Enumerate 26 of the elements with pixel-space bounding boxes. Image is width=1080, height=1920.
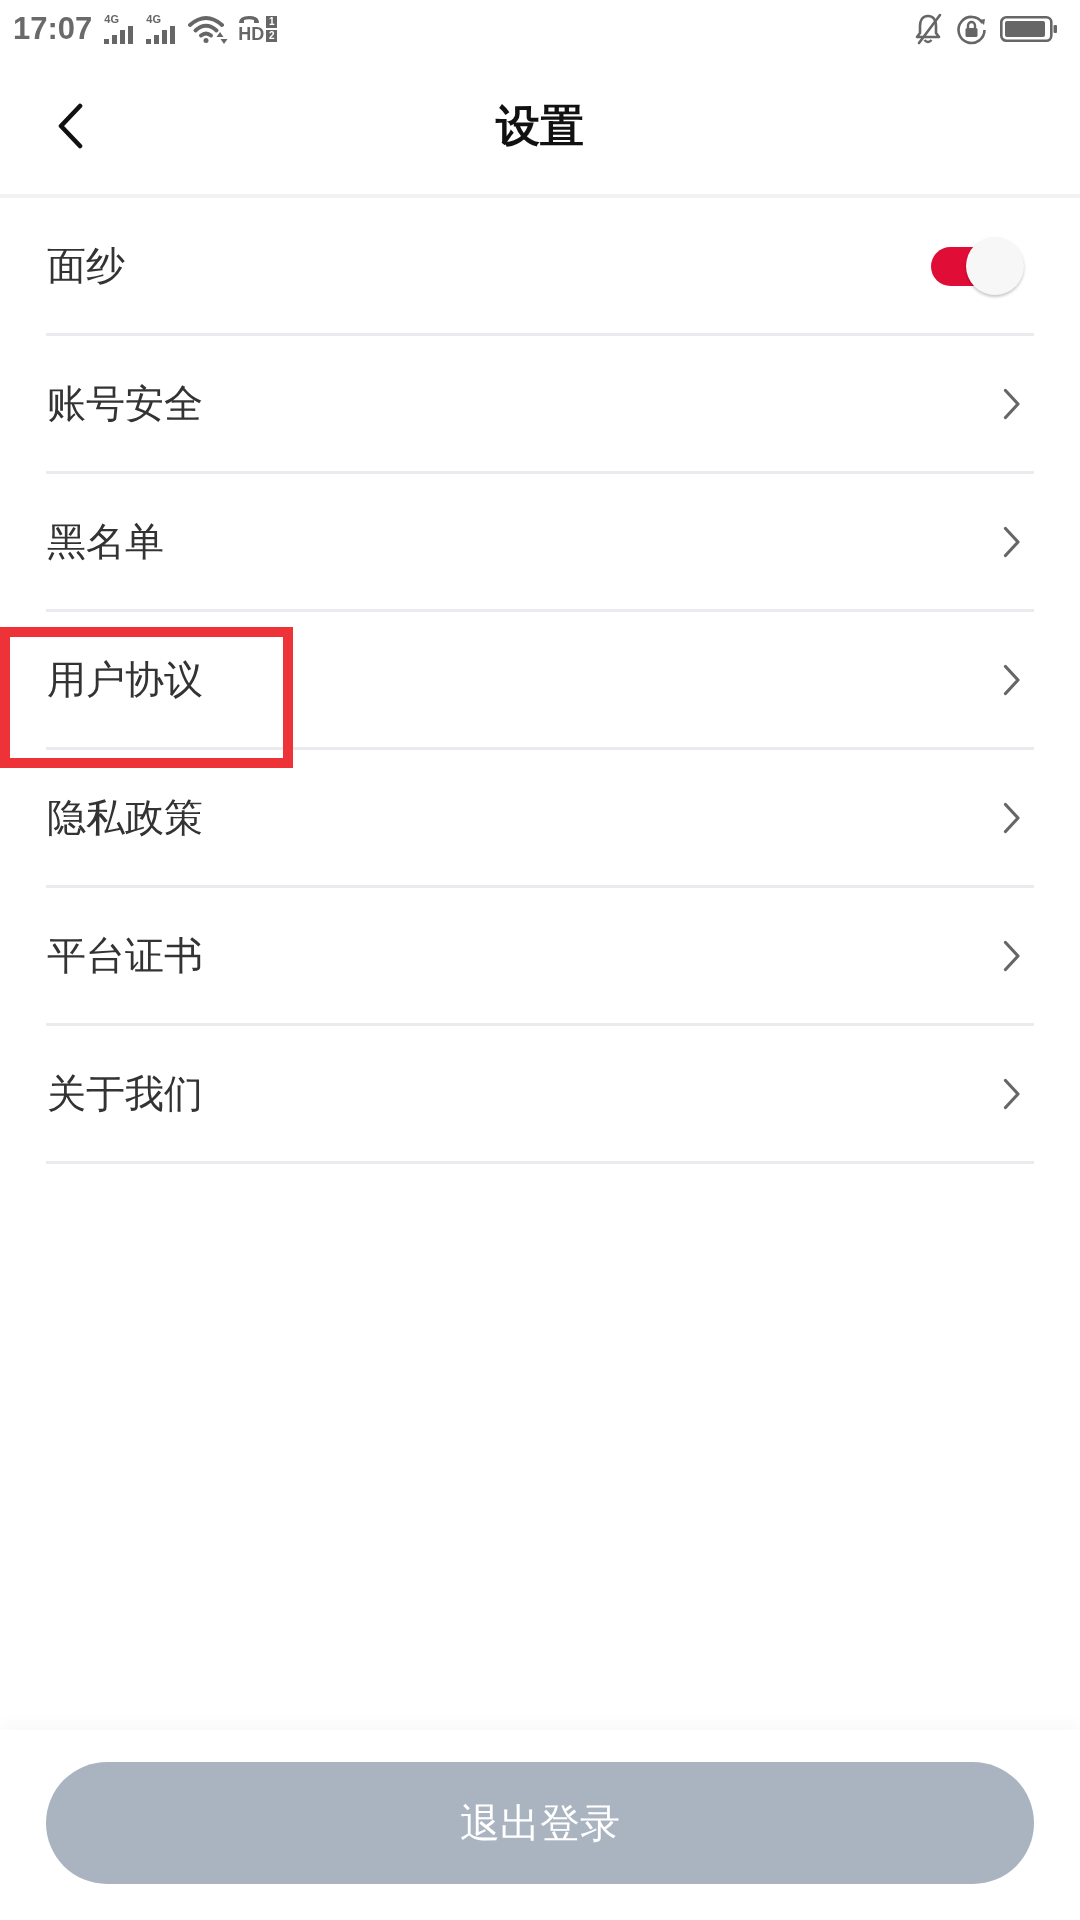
battery-icon — [1000, 15, 1058, 43]
chevron-right-icon — [1002, 800, 1022, 835]
chevron-right-icon — [1002, 386, 1022, 421]
menu-item[interactable]: 平台证书 — [46, 888, 1034, 1026]
chevron-right-icon — [1002, 938, 1022, 973]
menu-item[interactable]: 关于我们 — [46, 1026, 1034, 1164]
menu-item[interactable]: 黑名单 — [46, 474, 1034, 612]
bell-off-icon — [913, 13, 943, 45]
back-icon[interactable] — [56, 103, 84, 149]
menu-item[interactable]: 用户协议 — [46, 612, 1034, 750]
hd-label: HD — [238, 25, 265, 43]
network-label: 4G — [146, 14, 161, 25]
page-title: 设置 — [496, 98, 584, 153]
setting-label: 面纱 — [47, 241, 125, 290]
clock-time: 17:07 — [13, 11, 93, 47]
menu-item[interactable]: 账号安全 — [46, 336, 1034, 474]
menu-item[interactable]: 隐私政策 — [46, 750, 1034, 888]
toggle-switch[interactable] — [931, 235, 1024, 296]
wifi-icon — [188, 14, 229, 44]
chevron-right-icon — [1002, 662, 1022, 697]
sim-number: 1 — [266, 16, 278, 28]
chevron-right-icon — [1002, 524, 1022, 559]
network-label: 4G — [104, 14, 119, 25]
chevron-right-icon — [1002, 1076, 1022, 1111]
sim-number: 2 — [266, 30, 278, 42]
phone-icon — [238, 15, 261, 24]
